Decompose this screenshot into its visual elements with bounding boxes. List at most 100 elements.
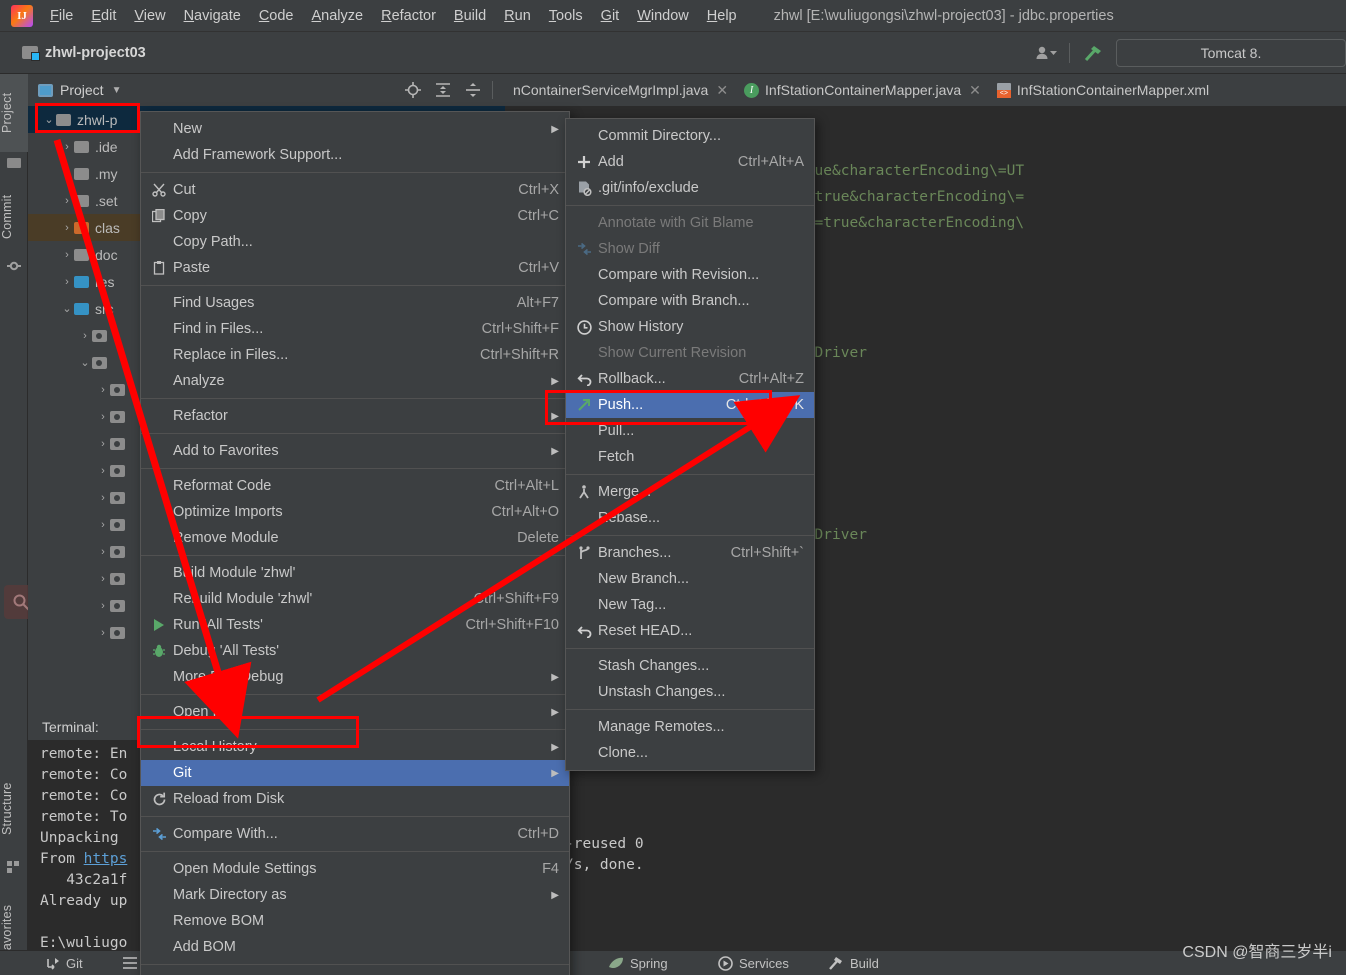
menu-file[interactable]: File [41,4,82,28]
git-menu-item[interactable]: Rebase... [566,505,814,531]
git-menu-item[interactable]: New Tag... [566,592,814,618]
terminal-link[interactable]: https [84,851,128,867]
context-menu-item[interactable]: Find in Files... Ctrl+Shift+F [141,316,569,342]
chevron-right-icon[interactable]: › [60,249,74,261]
git-menu-item[interactable]: Merge... [566,479,814,505]
editor-tab[interactable]: InfStationContainerMapper.xml [989,74,1217,106]
chevron-right-icon[interactable]: › [96,384,110,396]
chevron-right-icon[interactable]: › [60,222,74,234]
git-menu-item[interactable]: Show History [566,314,814,340]
git-menu-item[interactable]: Pull... [566,418,814,444]
menu-analyze[interactable]: Analyze [303,4,373,28]
menu-help[interactable]: Help [698,4,746,28]
context-menu-item[interactable]: Open In ▶ [141,699,569,725]
git-menu-item[interactable]: Clone... [566,740,814,766]
git-menu-item[interactable]: New Branch... [566,566,814,592]
chevron-right-icon[interactable]: › [96,600,110,612]
context-menu-item[interactable]: Add BOM [141,934,569,960]
context-menu-item[interactable]: Local History ▶ [141,734,569,760]
git-menu-item[interactable]: Fetch [566,444,814,470]
chevron-down-icon[interactable]: ▼ [112,85,122,96]
locate-icon[interactable] [398,77,428,103]
git-menu-item[interactable]: Reset HEAD... [566,618,814,644]
chevron-right-icon[interactable]: › [60,141,74,153]
context-menu-item[interactable]: Replace in Files... Ctrl+Shift+R [141,342,569,368]
hammer-build-icon[interactable] [1076,39,1110,67]
context-menu-item[interactable]: Remove BOM [141,908,569,934]
chevron-down-icon[interactable]: ⌄ [78,356,92,369]
chevron-down-icon[interactable]: ⌄ [42,113,56,126]
context-menu-item[interactable]: Cut Ctrl+X [141,177,569,203]
sidebar-item-structure[interactable]: Structure [0,764,28,854]
status-item-services[interactable]: Services [718,956,789,971]
context-menu-item[interactable]: Reformat Code Ctrl+Alt+L [141,473,569,499]
menu-edit[interactable]: Edit [82,4,125,28]
git-menu-item[interactable]: Compare with Revision... [566,262,814,288]
git-menu-item[interactable]: Commit Directory... [566,123,814,149]
chevron-right-icon[interactable]: › [96,627,110,639]
context-menu-item[interactable]: Add to Favorites ▶ [141,438,569,464]
context-menu-item[interactable]: Add Framework Support... [141,142,569,168]
context-menu-item[interactable]: Mark Directory as ▶ [141,882,569,908]
editor-tab[interactable]: I InfStationContainerMapper.java ✕ [736,74,989,106]
git-menu-item[interactable]: .git/info/exclude [566,175,814,201]
chevron-right-icon[interactable]: › [96,519,110,531]
chevron-right-icon[interactable]: › [96,546,110,558]
chevron-right-icon[interactable]: › [96,573,110,585]
menu-navigate[interactable]: Navigate [175,4,250,28]
git-menu-item[interactable]: Compare with Branch... [566,288,814,314]
context-menu-item[interactable]: Remove Module Delete [141,525,569,551]
context-menu-item[interactable]: Copy Ctrl+C [141,203,569,229]
chevron-right-icon[interactable]: › [78,330,92,342]
context-menu-item[interactable]: Refactor ▶ [141,403,569,429]
menu-window[interactable]: Window [628,4,698,28]
chevron-right-icon[interactable]: › [96,465,110,477]
git-menu-item[interactable]: Push... Ctrl+Shift+K [566,392,814,418]
menu-view[interactable]: View [125,4,174,28]
status-item-git[interactable]: Git [46,956,83,971]
close-icon[interactable]: ✕ [969,82,981,99]
menu-tools[interactable]: Tools [540,4,592,28]
context-menu-item[interactable]: Rebuild Module 'zhwl' Ctrl+Shift+F9 [141,586,569,612]
context-menu-item[interactable]: Diagrams▶ [141,969,569,975]
git-menu-item[interactable]: Stash Changes... [566,653,814,679]
project-breadcrumb[interactable]: zhwl-project03 [22,45,146,61]
chevron-right-icon[interactable]: › [60,276,74,288]
editor-tab[interactable]: nContainerServiceMgrImpl.java ✕ [505,74,736,106]
chevron-right-icon[interactable]: › [96,492,110,504]
menu-git[interactable]: Git [592,4,629,28]
context-menu-item[interactable]: Find Usages Alt+F7 [141,290,569,316]
git-menu-item[interactable]: Add Ctrl+Alt+A [566,149,814,175]
project-context-menu[interactable]: New ▶ Add Framework Support... Cut Ctrl+X Cop… [140,111,570,975]
context-menu-item[interactable]: Copy Path... [141,229,569,255]
context-menu-item[interactable]: Git ▶ [141,760,569,786]
status-item-build[interactable]: Build [828,955,879,971]
menu-refactor[interactable]: Refactor [372,4,445,28]
expand-all-icon[interactable] [428,77,458,103]
chevron-right-icon[interactable]: › [60,168,74,180]
context-menu-item[interactable]: Optimize Imports Ctrl+Alt+O [141,499,569,525]
context-menu-item[interactable]: Reload from Disk [141,786,569,812]
chevron-down-icon[interactable]: ⌄ [60,302,74,315]
chevron-right-icon[interactable]: › [96,411,110,423]
chevron-right-icon[interactable]: › [96,438,110,450]
git-menu-item[interactable]: Rollback... Ctrl+Alt+Z [566,366,814,392]
git-submenu[interactable]: Commit Directory... Add Ctrl+Alt+A .git/inf… [565,118,815,771]
status-item-spring[interactable]: Spring [608,956,668,971]
menu-run[interactable]: Run [495,4,540,28]
context-menu-item[interactable]: New ▶ [141,116,569,142]
context-menu-item[interactable]: Open Module Settings F4 [141,856,569,882]
git-menu-item[interactable]: Branches... Ctrl+Shift+` [566,540,814,566]
context-menu-item[interactable]: Analyze ▶ [141,368,569,394]
git-menu-item[interactable]: Manage Remotes... [566,714,814,740]
user-avatar-dropdown-icon[interactable] [1029,39,1063,67]
context-menu-item[interactable]: Debug 'All Tests' [141,638,569,664]
menu-code[interactable]: Code [250,4,303,28]
context-menu-item[interactable]: More Run/Debug ▶ [141,664,569,690]
chevron-right-icon[interactable]: › [60,195,74,207]
context-menu-item[interactable]: Paste Ctrl+V [141,255,569,281]
sidebar-item-commit[interactable]: Commit [0,179,28,255]
run-configuration-selector[interactable]: Tomcat 8. [1116,38,1346,67]
git-menu-item[interactable]: Unstash Changes... [566,679,814,705]
sidebar-item-project[interactable]: Project [0,74,28,152]
